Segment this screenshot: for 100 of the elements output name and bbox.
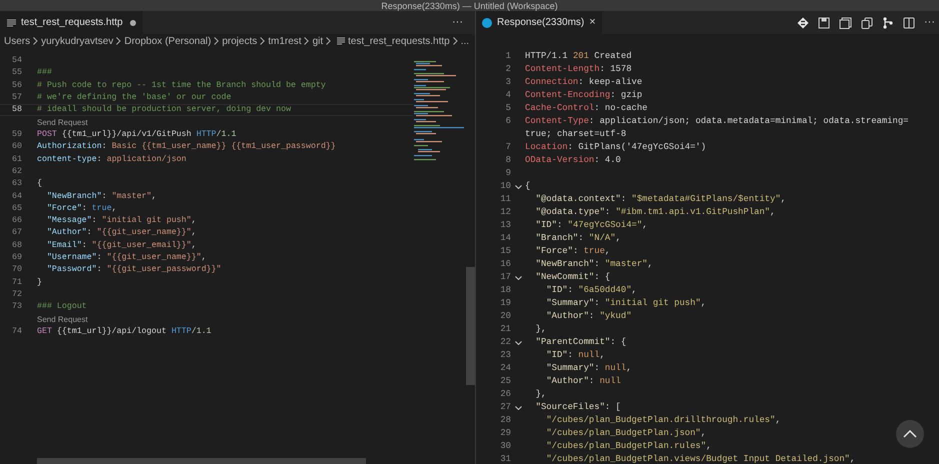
code-line: "@odata.type": "#ibm.tm1.api.v1.GitPushPlan", [534,206,776,219]
breadcrumb-item[interactable]: test_rest_requests.http [348,34,450,48]
code-line: HTTP/1.1 201 Created [525,50,632,63]
branch-icon[interactable] [882,16,894,28]
send-request-link[interactable]: Send Request [37,316,88,324]
breadcrumb-item[interactable]: yurykudryavtsev [41,34,114,48]
line-number: 58 [11,104,22,116]
copy-icon[interactable] [861,16,873,28]
code-line: # ideall should be production server, doing dev now [37,104,291,116]
line-number: 13 [499,219,511,232]
line-number: 73 [11,301,22,314]
line-number: 19 [499,297,511,310]
chevron-right-icon [260,37,266,45]
line-number: 66 [11,215,22,228]
code-line: "Force": true, [534,245,610,258]
line-number: 29 [499,427,511,440]
response-tab[interactable]: Response(2330ms) × [476,11,602,34]
line-number: 11 [499,193,511,206]
code-line: "Author": "ykud" [545,310,632,323]
code-line: "@odata.context": "$metadata#GitPlans/$entity", [534,193,786,206]
line-number: 20 [499,310,511,323]
line-number: 5 [504,102,511,115]
code-line: "Author": "{{git_user_name}}", [46,227,196,240]
code-line: "Username": "{{git_user_name}}", [46,252,206,264]
code-line: { [37,178,42,190]
line-number: 23 [499,349,511,362]
line-number: 4 [504,89,511,102]
line-number: 3 [504,76,511,89]
line-number: 54 [11,54,22,67]
window-title: Response(2330ms) — Untitled (Workspace) [381,0,558,10]
line-number: 7 [504,141,511,154]
code-line: POST {{tm1_url}}/api/v1/GitPush HTTP/1.1 [37,129,236,142]
breadcrumb-item[interactable]: git [312,34,324,48]
code-line: # we're defining the 'base' or our code [37,92,232,104]
globe-icon [482,18,492,28]
line-number: 10 [499,180,511,193]
code-line: Content-Type: application/json; odata.metadata=minimal; odata.streaming=true; charset=utf-8 [525,115,910,141]
code-line: Authorization: Basic {{tm1_user_name}} {{tm1_user_password}} [37,141,336,154]
scroll-to-top-button[interactable] [896,420,924,448]
code-line: "Password": "{{git_user_password}}" [46,264,222,276]
code-line: "Author": null [545,375,621,388]
code-line: # Push code to repo -- 1st time the Branch should be empty [37,80,326,92]
line-number: 12 [499,206,511,219]
line-number: 70 [11,264,22,276]
code-line: Location: GitPlans('47egYcGSoi4=') [525,141,706,154]
line-number: 60 [11,141,22,154]
diamond-icon[interactable] [797,16,809,28]
line-number: 2 [504,63,511,76]
more-actions-button[interactable]: ··· [924,17,935,28]
chevron-right-icon [33,37,38,45]
line-number: 15 [499,245,511,258]
line-number: 27 [499,401,511,414]
line-number: 56 [11,80,22,92]
breadcrumb-item[interactable]: Dropbox (Personal) [124,34,212,48]
line-number: 1 [504,50,511,63]
code-line: GET {{tm1_url}}/api/logout HTTP/1.1 [37,326,212,338]
chevron-right-icon [304,37,310,45]
line-number: 57 [11,92,22,104]
line-number: 62 [11,166,22,178]
close-tab-button[interactable]: × [589,17,596,28]
save-icon[interactable] [818,16,830,28]
chevron-right-icon [214,37,220,45]
split-editor-icon[interactable] [903,16,915,28]
line-number: 63 [11,178,22,190]
breadcrumb-item[interactable]: tm1rest [268,34,302,48]
code-line: Cache-Control: no-cache [525,102,648,115]
code-line: Content-Encoding: gzip [525,89,642,102]
breadcrumb-item[interactable]: projects [222,34,258,48]
line-number: 8 [504,154,511,167]
code-line: } [37,276,42,289]
code-line: "Summary": "initial git push", [545,297,706,310]
line-number: 74 [11,326,22,338]
breadcrumb-item[interactable]: ... [460,34,470,48]
line-number: 17 [499,271,511,284]
code-line: "NewBranch": "master", [534,258,653,271]
line-number: 69 [11,252,22,264]
code-line: Content-Length: 1578 [525,63,632,76]
code-line: "/cubes/plan_BudgetPlan.drillthrough.rules", [545,414,781,427]
file-lines-icon [7,18,16,26]
code-line: "Email": "{{git_user_email}}", [46,240,196,252]
line-number: 31 [499,453,511,464]
line-number: 67 [11,227,22,240]
line-number: 28 [499,414,511,427]
chevron-right-icon [116,37,122,45]
line-number: 16 [499,258,511,271]
code-line: Connection: keep-alive [525,76,642,89]
line-number: 61 [11,154,22,166]
code-line: "ID": null, [545,349,605,362]
line-number: 72 [11,288,22,301]
save-all-icon[interactable] [839,16,852,28]
code-line: }, [534,388,546,401]
more-actions-button[interactable]: ··· [452,17,463,28]
code-line: "ParentCommit": { [534,336,626,349]
line-number: 26 [499,388,511,401]
code-line: { [525,180,530,193]
send-request-link[interactable]: Send Request [37,118,88,127]
breadcrumb-item[interactable]: Users [4,34,30,48]
line-number: 71 [11,276,22,289]
line-number: 25 [499,375,511,388]
file-tab[interactable]: test_rest_requests.http [0,11,143,34]
